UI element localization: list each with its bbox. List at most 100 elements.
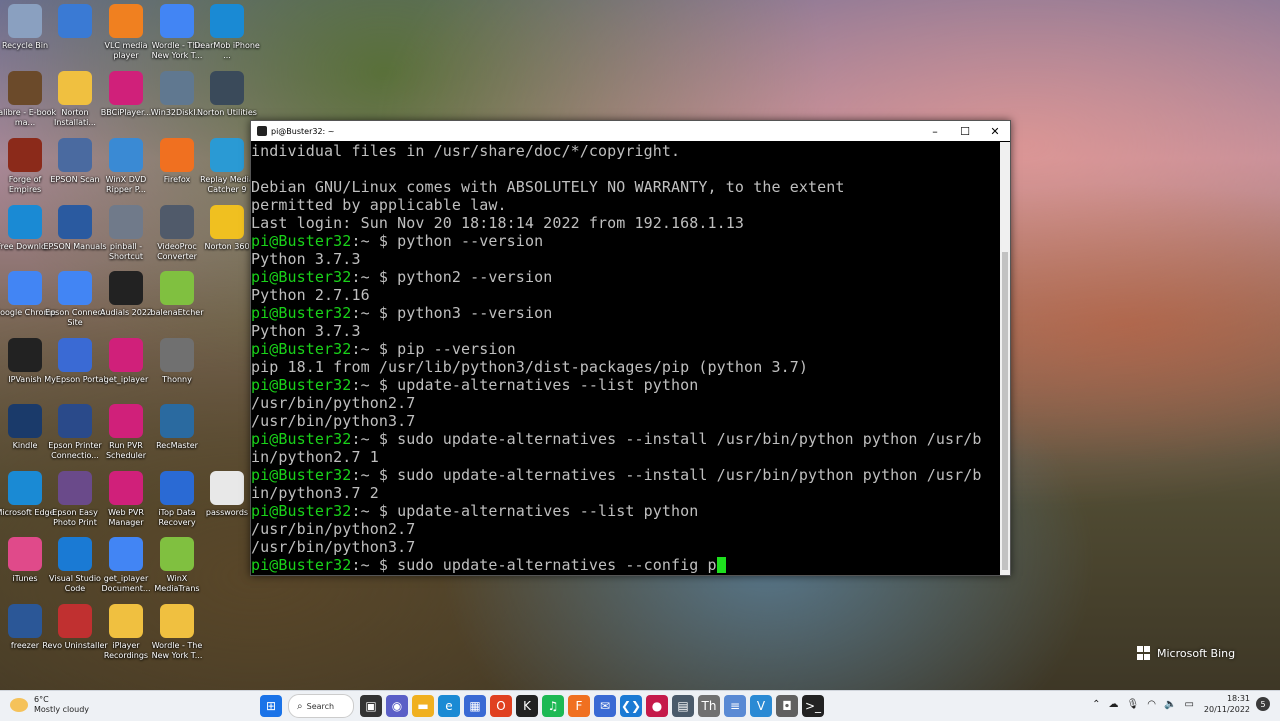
terminal-line-text: pip --version <box>397 340 516 358</box>
revo-icon <box>58 604 92 638</box>
desktop-icon[interactable]: Thonny <box>144 338 210 385</box>
vnc-icon[interactable]: V <box>750 695 772 717</box>
teams-chat-icon[interactable]: ◉ <box>386 695 408 717</box>
terminal-line-text: update-alternatives --list python <box>397 376 699 394</box>
file-explorer-icon[interactable]: ▬ <box>412 695 434 717</box>
taskbar: 6°C Mostly cloudy ⊞ ⌕ Search ▣ ◉ ▬ e ▦ O K ♫ F ✉ ❮❯ ● ▤… <box>0 690 1280 721</box>
thunderbird-icon[interactable]: ✉ <box>594 695 616 717</box>
itunes-icon <box>8 537 42 571</box>
terminal-prompt-suffix: :~ $ <box>351 268 398 286</box>
recycle-bin-icon <box>8 4 42 38</box>
scrollbar-thumb[interactable] <box>1002 252 1008 570</box>
folder-icon <box>109 604 143 638</box>
terminal-output-line: pip 18.1 from /usr/lib/python3/dist-pack… <box>251 358 999 376</box>
terminal-command-line: pi@Buster32:~ $ sudo update-alternatives… <box>251 556 999 574</box>
terminal-line-text: in/python3.7 2 <box>251 484 379 502</box>
task-view-icon[interactable]: ▣ <box>360 695 382 717</box>
chevron-up-icon[interactable]: ⌃ <box>1092 699 1100 710</box>
bing-watermark: Microsoft Bing <box>1137 646 1235 660</box>
minimize-button[interactable]: – <box>920 121 950 141</box>
weather-temp: 6°C <box>34 695 49 704</box>
system-tray: ⌃ ☁ 🎙 ◠ 🔈 ▭ 18:31 20/11/2022 5 <box>1088 693 1270 715</box>
terminal-window[interactable]: pi@Buster32: ~ – ☐ ✕ individual files in… <box>250 120 1011 576</box>
terminal-prompt-suffix: :~ $ <box>351 376 398 394</box>
thonny-icon[interactable]: Th <box>698 695 720 717</box>
weather-widget[interactable]: 6°C Mostly cloudy <box>10 695 89 715</box>
desktop-icon[interactable]: Norton Utilities <box>194 71 260 118</box>
cloud-icon[interactable]: ☁ <box>1109 699 1119 710</box>
forge-of-empires-icon <box>8 138 42 172</box>
terminal-prompt-host: pi@Buster32 <box>251 430 352 448</box>
terminal-icon[interactable]: >_ <box>802 695 824 717</box>
terminal-command-line: pi@Buster32:~ $ update-alternatives --li… <box>251 376 999 394</box>
maximize-button[interactable]: ☐ <box>950 121 980 141</box>
clock-date: 20/11/2022 <box>1203 705 1250 714</box>
terminal-prompt-host: pi@Buster32 <box>251 232 352 250</box>
terminal-line-text: Last login: Sun Nov 20 18:18:14 2022 fro… <box>251 214 745 232</box>
spotify-icon[interactable]: ♫ <box>542 695 564 717</box>
notification-badge[interactable]: 5 <box>1256 697 1270 711</box>
wifi-icon[interactable]: ◠ <box>1147 699 1156 710</box>
desktop-icon[interactable]: RecMaster <box>144 404 210 451</box>
win32disk-icon <box>160 71 194 105</box>
desktop-icon[interactable]: balenaEtcher <box>144 271 210 318</box>
terminal-prompt-host: pi@Buster32 <box>251 268 352 286</box>
battery-icon[interactable]: ▭ <box>1184 699 1193 710</box>
terminal-line-text: in/python2.7 1 <box>251 448 379 466</box>
ipvanish-icon <box>8 338 42 372</box>
terminal-prompt-host: pi@Buster32 <box>251 556 352 574</box>
close-button[interactable]: ✕ <box>980 121 1010 141</box>
weather-desc: Mostly cloudy <box>34 705 89 714</box>
chrome-icon <box>109 537 143 571</box>
volume-icon[interactable]: 🔈 <box>1164 699 1176 710</box>
pvr-icon <box>109 471 143 505</box>
desktop-icon-label: balenaEtcher <box>150 308 204 317</box>
terminal-output[interactable]: individual files in /usr/share/doc/*/cop… <box>251 142 999 575</box>
microphone-icon[interactable]: 🎙 <box>1127 699 1140 710</box>
terminal-scrollbar[interactable] <box>1000 142 1010 575</box>
taskbar-search[interactable]: ⌕ Search <box>288 694 354 718</box>
store-icon[interactable]: ▦ <box>464 695 486 717</box>
terminal-line-text: /usr/bin/python3.7 <box>251 538 416 556</box>
kodi-icon[interactable]: K <box>516 695 538 717</box>
desktop-icon-label: IPVanish <box>8 375 42 384</box>
winx-mediatrans-icon <box>160 537 194 571</box>
chrome-icon <box>8 271 42 305</box>
terminal-line-text: python --version <box>397 232 544 250</box>
pvr-icon <box>109 404 143 438</box>
desktop-icon-label: get_iplayer <box>103 375 149 384</box>
terminal-line-text: sudo update-alternatives --config p <box>397 556 717 574</box>
terminal-command-line: pi@Buster32:~ $ python2 --version <box>251 268 999 286</box>
bing-watermark-text: Microsoft Bing <box>1157 646 1236 660</box>
terminal-line-text: /usr/bin/python3.7 <box>251 412 416 430</box>
desktop-icon[interactable]: DearMob iPhone ... <box>194 4 260 61</box>
terminal-titlebar[interactable]: pi@Buster32: ~ – ☐ ✕ <box>251 121 1010 141</box>
norton-utilities-icon <box>210 71 244 105</box>
raspberry-pi-icon[interactable]: ● <box>646 695 668 717</box>
edge-icon <box>8 471 42 505</box>
epson-printer-icon <box>58 404 92 438</box>
terminal-output-line: individual files in /usr/share/doc/*/cop… <box>251 142 999 160</box>
desktop-icon[interactable]: WinX MediaTrans <box>144 537 210 594</box>
desktop-icon[interactable]: Wordle - The New York T... <box>144 604 210 661</box>
camera-icon[interactable]: ◘ <box>776 695 798 717</box>
epson-manuals-icon <box>58 205 92 239</box>
office-icon[interactable]: O <box>490 695 512 717</box>
desktop-icon-label: Wordle - The New York T... <box>151 641 203 660</box>
notepad-icon[interactable]: ≡ <box>724 695 746 717</box>
edge-icon[interactable]: e <box>438 695 460 717</box>
desktop-icon-label: WinX MediaTrans <box>154 574 200 593</box>
kindle-icon <box>8 404 42 438</box>
terminal-cursor <box>716 557 726 573</box>
terminal-prompt-host: pi@Buster32 <box>251 340 352 358</box>
vscode-icon[interactable]: ❮❯ <box>620 695 642 717</box>
terminal-output-line: /usr/bin/python2.7 <box>251 394 999 412</box>
putty-icon[interactable]: ▤ <box>672 695 694 717</box>
terminal-prompt-suffix: :~ $ <box>351 466 398 484</box>
firefox-icon[interactable]: F <box>568 695 590 717</box>
videoproc-icon <box>160 205 194 239</box>
terminal-line-text: /usr/bin/python2.7 <box>251 520 416 538</box>
windows-start-icon[interactable]: ⊞ <box>260 695 282 717</box>
clock[interactable]: 18:31 20/11/2022 <box>1204 693 1250 715</box>
